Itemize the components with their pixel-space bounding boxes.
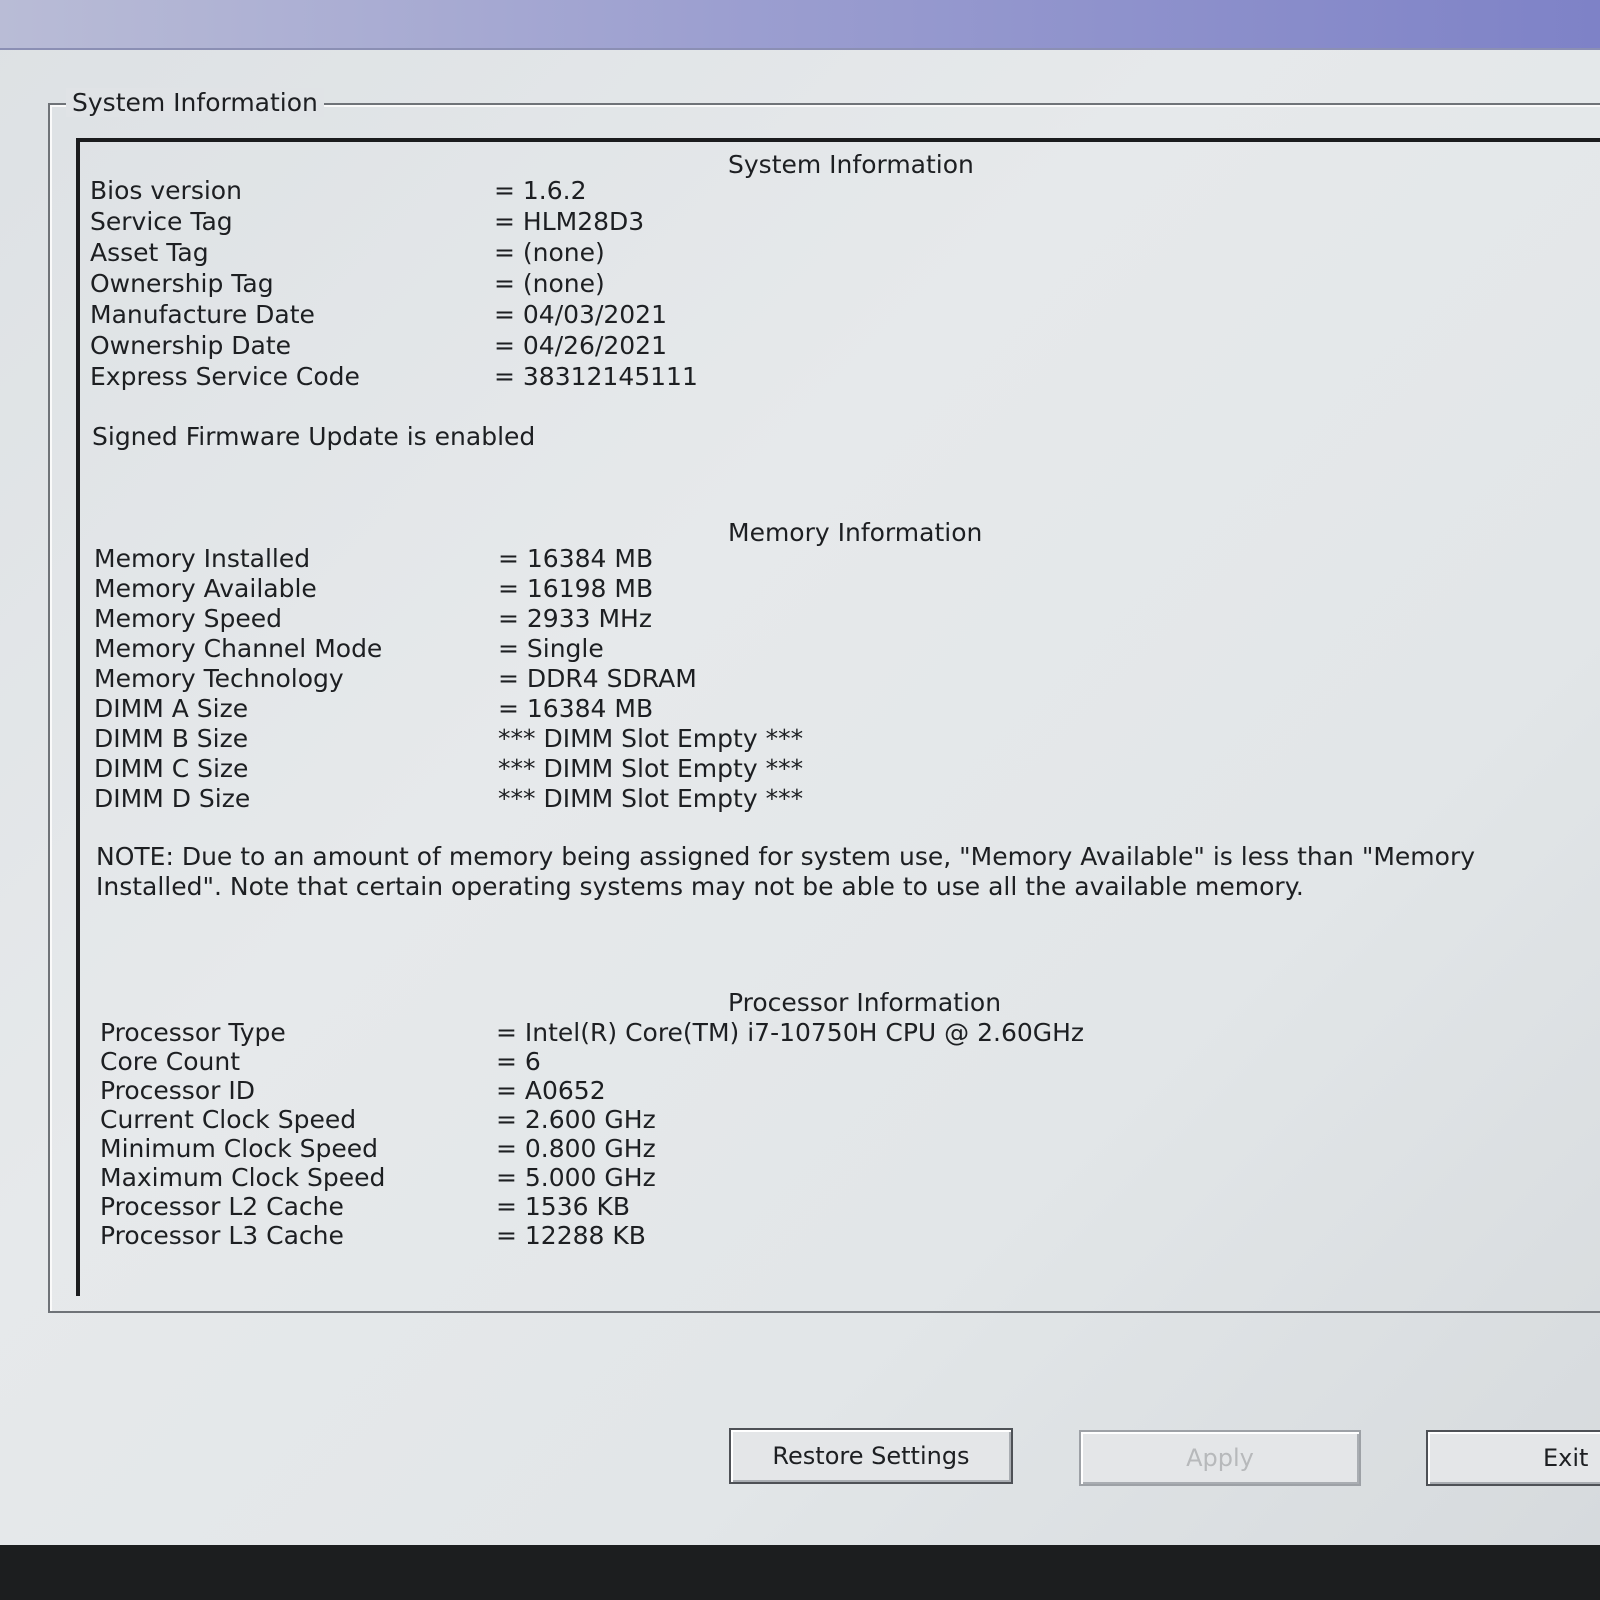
info-label: Service Tag (90, 207, 233, 236)
info-value: = 16384 MB (498, 694, 654, 723)
info-value: = 1.6.2 (494, 176, 587, 205)
exit-button[interactable]: Exit (1426, 1430, 1600, 1486)
info-label: DIMM C Size (94, 754, 249, 783)
info-value: = HLM28D3 (494, 207, 645, 236)
info-value: *** DIMM Slot Empty *** (498, 784, 804, 813)
info-label: Minimum Clock Speed (100, 1134, 379, 1163)
memory-information-heading: Memory Information (728, 518, 983, 547)
memory-note: NOTE: Due to an amount of memory being a… (96, 842, 1476, 901)
info-value: = 04/03/2021 (494, 300, 667, 329)
firmware-update-note: Signed Firmware Update is enabled (92, 422, 536, 451)
info-value: = (none) (494, 269, 605, 298)
info-label: Memory Speed (94, 604, 282, 633)
info-label: Processor L3 Cache (100, 1221, 344, 1250)
system-information-heading: System Information (728, 150, 974, 179)
apply-button[interactable]: Apply (1079, 1430, 1361, 1486)
info-value: = 16384 MB (498, 544, 654, 573)
info-label: Manufacture Date (90, 300, 315, 329)
info-label: Processor Type (100, 1018, 286, 1047)
info-label: Memory Available (94, 574, 317, 603)
info-label: Ownership Tag (90, 269, 274, 298)
info-value: = 16198 MB (498, 574, 654, 603)
info-value: = 04/26/2021 (494, 331, 667, 360)
info-label: Processor ID (100, 1076, 255, 1105)
info-value: = 2.600 GHz (496, 1105, 656, 1134)
restore-settings-button[interactable]: Restore Settings (729, 1428, 1013, 1484)
info-label: Bios version (90, 176, 242, 205)
info-label: Maximum Clock Speed (100, 1163, 386, 1192)
info-value: = Intel(R) Core(TM) i7-10750H CPU @ 2.60… (496, 1018, 1085, 1047)
info-value: = 0.800 GHz (496, 1134, 656, 1163)
info-value: = DDR4 SDRAM (498, 664, 697, 693)
title-bar (0, 0, 1600, 50)
info-label: Current Clock Speed (100, 1105, 357, 1134)
info-label: DIMM D Size (94, 784, 251, 813)
info-value: = 5.000 GHz (496, 1163, 656, 1192)
info-label: Processor L2 Cache (100, 1192, 344, 1221)
bios-screen: System Information System Information Bi… (0, 0, 1600, 1545)
info-value: = 38312145111 (494, 362, 698, 391)
info-value: *** DIMM Slot Empty *** (498, 724, 804, 753)
groupbox-title: System Information (66, 88, 324, 117)
info-value: = A0652 (496, 1076, 606, 1105)
info-value: = 1536 KB (496, 1192, 631, 1221)
info-label: Core Count (100, 1047, 241, 1076)
info-label: DIMM A Size (94, 694, 249, 723)
info-label: DIMM B Size (94, 724, 249, 753)
info-value: = 12288 KB (496, 1221, 646, 1250)
info-label: Express Service Code (90, 362, 360, 391)
info-panel: System Information Bios version = 1.6.2 … (76, 138, 1600, 1296)
info-value: = 6 (496, 1047, 541, 1076)
info-value: = (none) (494, 238, 605, 267)
info-label: Memory Installed (94, 544, 311, 573)
info-value: = 2933 MHz (498, 604, 652, 633)
info-label: Memory Technology (94, 664, 344, 693)
info-label: Ownership Date (90, 331, 292, 360)
screen-bezel (0, 1545, 1600, 1600)
info-label: Asset Tag (90, 238, 209, 267)
processor-information-heading: Processor Information (728, 988, 1002, 1017)
info-value: *** DIMM Slot Empty *** (498, 754, 804, 783)
info-label: Memory Channel Mode (94, 634, 383, 663)
info-value: = Single (498, 634, 604, 663)
